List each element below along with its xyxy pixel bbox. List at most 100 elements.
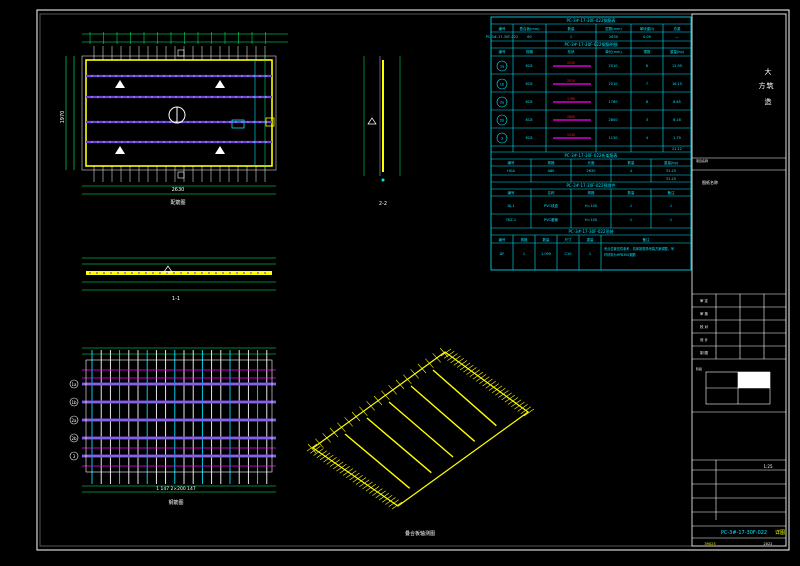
rebar-dot xyxy=(217,141,219,143)
section-rebar-dot xyxy=(201,272,203,274)
rebar-dot xyxy=(223,141,225,143)
embed-header: 数量 xyxy=(628,190,636,195)
rebar-dot xyxy=(211,75,213,77)
rebar-dot xyxy=(115,121,117,123)
rebar-dot xyxy=(199,75,201,77)
rebar-id: 1a xyxy=(500,65,504,69)
rebar-dot xyxy=(127,121,129,123)
embed-cell: H=100 xyxy=(585,204,597,208)
hook-cell: 1 xyxy=(523,252,525,256)
rebar-dot xyxy=(121,121,123,123)
table-cell: — xyxy=(675,35,679,39)
plan-view: 2630 配筋图 1970 xyxy=(60,32,288,206)
rebar-dot xyxy=(169,121,171,123)
table-cell: 60 xyxy=(527,35,531,39)
hook-title: PC-3#-17-30F-022吊装 xyxy=(569,228,614,234)
rebar-dot xyxy=(91,121,93,123)
section-rebar-dot xyxy=(180,272,182,274)
axo-bar-end xyxy=(351,411,361,422)
table-header-cell: 数量 xyxy=(568,26,576,31)
rebar-weight: 6.18 xyxy=(673,118,681,122)
table-header-cell: 层数(mm) xyxy=(605,26,622,31)
section-rebar-dot xyxy=(103,272,105,274)
rebar-length: 1760 xyxy=(609,100,618,104)
rebar-callout-label: 3 xyxy=(73,454,76,459)
section-rebar-dot xyxy=(145,272,147,274)
embed-header: 备注 xyxy=(668,190,676,195)
embed-title: PC-3#-17-30F-022预埋件 xyxy=(567,182,616,188)
table-header-cell: 单块重(t) xyxy=(640,26,655,31)
rebar-callout-label: 2a xyxy=(72,418,78,423)
section-rebar-dot xyxy=(187,272,189,274)
rebar-dot xyxy=(97,121,99,123)
embed-cell: PVC线盒 xyxy=(544,203,558,208)
company-char: 造 xyxy=(765,97,772,106)
rebar-dot xyxy=(265,75,267,77)
rebar-dot xyxy=(205,121,207,123)
rebar-id: 1b xyxy=(500,83,505,87)
stage-label: 阶段 xyxy=(696,366,702,371)
rebar-dot xyxy=(193,96,195,98)
rebar-spec: 8C8 xyxy=(526,136,533,140)
truss-title: PC-3#-17-30F-022桁架筋表 xyxy=(565,152,618,158)
rebar-dot xyxy=(145,96,147,98)
rebar-dot xyxy=(199,121,201,123)
rebar-dot xyxy=(139,96,141,98)
section-rebar-dot xyxy=(243,272,245,274)
rebar-view: 1a 1b 2a 2b 3 1 147 2×200 147 钢筋图 xyxy=(69,347,276,506)
axo-bar-end xyxy=(373,395,383,406)
section-rebar-dot xyxy=(194,272,196,274)
table-cell: 1 xyxy=(570,35,572,39)
axo-truss xyxy=(388,401,454,458)
rebar-dot xyxy=(241,141,243,143)
bottom-date: 2022 xyxy=(764,542,773,546)
rebar-dot xyxy=(247,75,249,77)
rebar-dot xyxy=(193,141,195,143)
rebar-dot xyxy=(157,121,159,123)
embed-cell: H=100 xyxy=(585,218,597,222)
rebar-dot xyxy=(247,121,249,123)
rebar-dot xyxy=(235,121,237,123)
rebar-header-cell: 形状 xyxy=(568,49,576,54)
rebar-dot xyxy=(181,96,183,98)
rebar-count: 4 xyxy=(646,136,649,140)
rebar-dot xyxy=(205,75,207,77)
hook-header: 编号 xyxy=(499,237,507,242)
rebar-dot xyxy=(169,75,171,77)
rebar-shape-len: 2510 xyxy=(567,79,575,83)
truss-header: 数量 xyxy=(628,160,636,165)
rebar-dot xyxy=(253,75,255,77)
rebar-dot xyxy=(103,141,105,143)
rebar-dot xyxy=(217,96,219,98)
rebar-count: 3 xyxy=(646,118,648,122)
rebar-dot xyxy=(235,75,237,77)
rebar-weight: 12.95 xyxy=(672,64,682,68)
axo-bar-end xyxy=(403,374,412,384)
axo-bar-end xyxy=(417,363,427,374)
rebar-dot xyxy=(127,75,129,77)
rebar-length: 2510 xyxy=(609,82,618,86)
rebar-dot xyxy=(259,141,261,143)
section-rebar-dot xyxy=(264,272,266,274)
rebar-dot xyxy=(187,121,189,123)
cad-canvas: 2630 配筋图 1970 2-2 1-1 1a 1b 2a 2b 3 1 14… xyxy=(0,0,800,566)
rebar-dot xyxy=(241,121,243,123)
rebar-dot xyxy=(253,96,255,98)
company-char: 筑 xyxy=(767,81,774,90)
project-label: 项目名称 xyxy=(696,158,708,163)
scale-value: 1:25 xyxy=(764,464,773,469)
rebar-dot xyxy=(259,96,261,98)
rebar-dot xyxy=(109,75,111,77)
embed-cell: TKZ-1 xyxy=(505,218,516,222)
rebar-spec: 8C8 xyxy=(526,100,533,104)
rebar-dot xyxy=(139,121,141,123)
bottom-code: 39023 xyxy=(704,542,715,546)
rebar-dot xyxy=(193,75,195,77)
rebar-dot xyxy=(115,141,117,143)
section-rebar-dot xyxy=(96,272,98,274)
hook-cell: C10 xyxy=(565,252,572,256)
rebar-dot xyxy=(121,75,123,77)
rebar-dot xyxy=(205,96,207,98)
rebar-dot xyxy=(235,141,237,143)
section-rebar-dot xyxy=(138,272,140,274)
